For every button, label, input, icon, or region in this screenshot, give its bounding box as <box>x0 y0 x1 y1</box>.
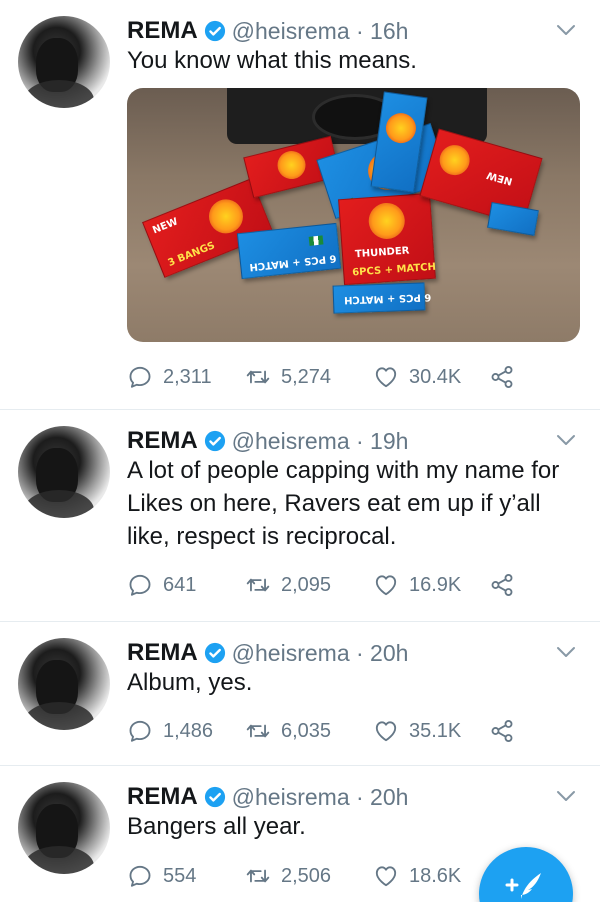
chevron-down-icon[interactable] <box>554 784 578 808</box>
verified-badge-icon <box>204 786 225 808</box>
tweet-actions: 554 2,506 18.6K <box>127 861 489 891</box>
tweet-actions: 2,311 5,274 30.4K <box>127 362 515 392</box>
chevron-down-icon[interactable] <box>554 428 578 452</box>
retweet-count: 2,095 <box>281 573 332 596</box>
firecracker-box: 6 PCS + MATCH <box>332 282 431 314</box>
tweet[interactable]: REMA @heisrema · 19h A lot of people cap… <box>0 410 600 622</box>
tweet-text: A lot of people capping with my name for… <box>127 457 560 550</box>
reply-count: 641 <box>163 573 197 596</box>
reply-count: 2,311 <box>163 365 212 388</box>
tweet-actions: 1,486 6,035 35.1K <box>127 716 515 746</box>
like-count: 18.6K <box>409 864 462 887</box>
tweet-header: REMA @heisrema · 20h <box>127 780 408 814</box>
retweet-icon <box>246 578 270 592</box>
retweet-icon <box>246 370 270 384</box>
share-icon <box>491 720 513 742</box>
reply-button[interactable]: 1,486 <box>127 718 245 744</box>
box-label: NEW <box>485 168 514 187</box>
tweet-header: REMA @heisrema · 20h <box>127 636 408 670</box>
like-icon <box>375 866 397 887</box>
box-label: 6 PCS + MATCH <box>248 252 337 273</box>
like-count: 30.4K <box>409 365 462 388</box>
tweet-header: REMA @heisrema · 19h <box>127 424 408 458</box>
tweet-header: REMA @heisrema · 16h <box>127 14 408 48</box>
display-name[interactable]: REMA <box>127 427 198 455</box>
retweet-count: 6,035 <box>281 719 332 742</box>
box-label: NEW <box>151 216 180 237</box>
box-label: 3 BANGS <box>166 240 217 269</box>
like-count: 35.1K <box>409 719 462 742</box>
verified-badge-icon <box>204 20 225 42</box>
display-name[interactable]: REMA <box>127 17 198 45</box>
retweet-count: 2,506 <box>281 864 332 887</box>
avatar[interactable] <box>18 782 110 874</box>
handle-and-time[interactable]: @heisrema · 19h <box>232 428 409 455</box>
reply-icon <box>129 574 151 596</box>
reply-button[interactable]: 554 <box>127 863 245 889</box>
like-button[interactable]: 35.1K <box>373 718 489 744</box>
reply-icon <box>129 720 151 742</box>
tweet-text: Bangers all year. <box>127 813 306 840</box>
avatar[interactable] <box>18 16 110 108</box>
like-button[interactable]: 18.6K <box>373 863 489 889</box>
verified-badge-icon <box>204 430 225 452</box>
retweet-count: 5,274 <box>281 365 332 388</box>
share-button[interactable] <box>489 718 515 744</box>
handle-and-time[interactable]: @heisrema · 16h <box>232 18 409 45</box>
display-name[interactable]: REMA <box>127 639 198 667</box>
display-name[interactable]: REMA <box>127 783 198 811</box>
box-label: THUNDER <box>354 245 410 261</box>
retweet-button[interactable]: 2,506 <box>245 863 373 889</box>
reply-count: 1,486 <box>163 719 214 742</box>
firecracker-box <box>487 202 539 236</box>
verified-badge-icon <box>204 642 225 664</box>
handle-and-time[interactable]: @heisrema · 20h <box>232 640 409 667</box>
like-count: 16.9K <box>409 573 462 596</box>
tweet-text: You know what this means. <box>127 47 417 74</box>
tweet[interactable]: REMA @heisrema · 16h You know what this … <box>0 0 600 410</box>
like-icon <box>375 721 397 742</box>
retweet-button[interactable]: 6,035 <box>245 718 373 744</box>
chevron-down-icon[interactable] <box>554 18 578 42</box>
reply-icon <box>129 865 151 887</box>
retweet-button[interactable]: 5,274 <box>245 364 373 390</box>
compose-tweet-icon <box>505 873 541 899</box>
like-icon <box>375 367 397 388</box>
box-label: 6 PCS + MATCH <box>343 291 432 306</box>
reply-button[interactable]: 2,311 <box>127 364 245 390</box>
reply-icon <box>129 366 151 388</box>
tweet-image[interactable]: 3 BANGS NEW 6 PCS + MATCH THUNDER 6PCS +… <box>127 88 580 342</box>
retweet-button[interactable]: 2,095 <box>245 572 373 598</box>
tweet[interactable]: REMA @heisrema · 20h Album, yes. 1,486 6… <box>0 622 600 766</box>
like-button[interactable]: 16.9K <box>373 572 489 598</box>
share-icon <box>491 574 513 596</box>
like-icon <box>375 575 397 596</box>
share-button[interactable] <box>489 572 515 598</box>
box-label: 6PCS + MATCH <box>351 261 437 279</box>
reply-count: 554 <box>163 864 197 887</box>
retweet-icon <box>246 724 270 738</box>
tweet-text: Album, yes. <box>127 669 253 696</box>
chevron-down-icon[interactable] <box>554 640 578 664</box>
handle-and-time[interactable]: @heisrema · 20h <box>232 784 409 811</box>
tweet-actions: 641 2,095 16.9K <box>127 570 515 600</box>
reply-button[interactable]: 641 <box>127 572 245 598</box>
avatar[interactable] <box>18 426 110 518</box>
firecracker-box: 6 PCS + MATCH <box>236 222 342 280</box>
retweet-icon <box>246 869 270 883</box>
firecracker-box: THUNDER 6PCS + MATCH <box>338 192 437 286</box>
avatar[interactable] <box>18 638 110 730</box>
like-button[interactable]: 30.4K <box>373 364 489 390</box>
share-icon <box>491 366 513 388</box>
share-button[interactable] <box>489 364 515 390</box>
